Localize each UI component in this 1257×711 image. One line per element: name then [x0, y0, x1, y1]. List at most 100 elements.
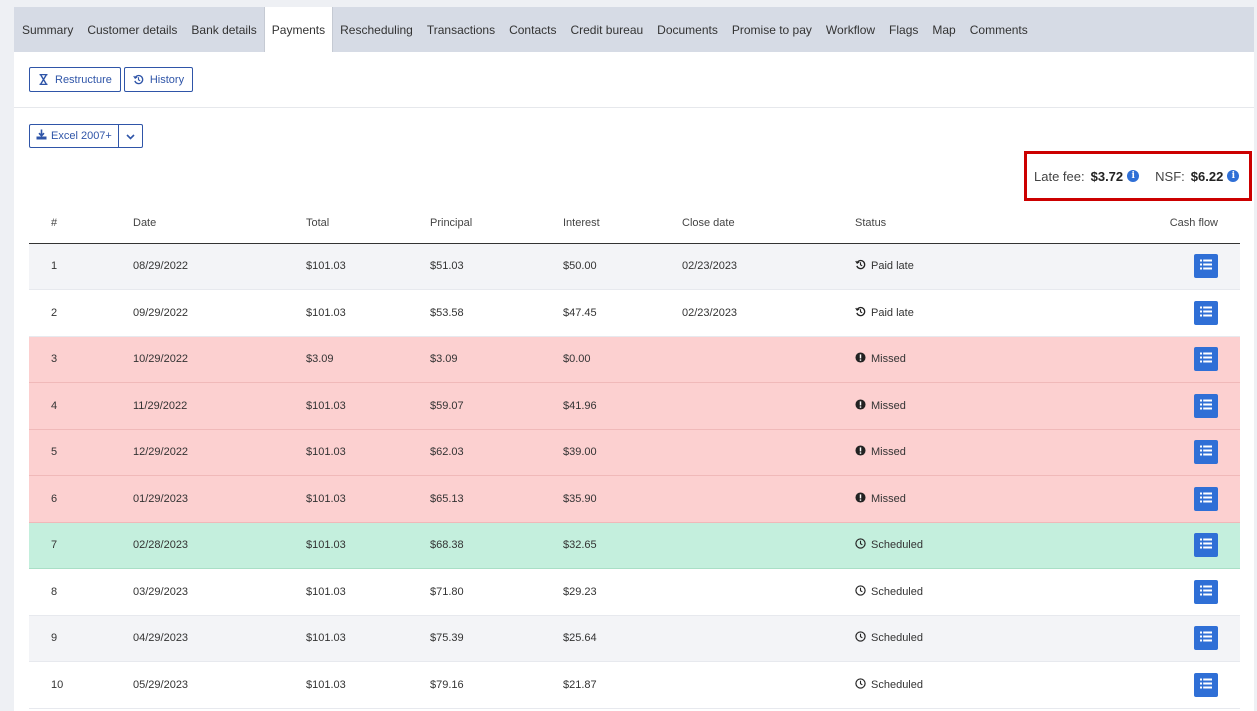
cell-total: $101.03 [306, 475, 430, 523]
cell-total: $101.03 [306, 615, 430, 662]
history-icon [855, 306, 866, 320]
cell-interest: $50.00 [563, 243, 682, 290]
cell-interest: $47.45 [563, 289, 682, 337]
export-excel-button[interactable]: Excel 2007+ [29, 124, 119, 148]
header-principal: Principal [430, 203, 563, 244]
tab-summary[interactable]: Summary [14, 7, 80, 52]
tab-flags[interactable]: Flags [882, 7, 925, 52]
clock-icon [855, 585, 866, 599]
cell-principal: $65.13 [430, 475, 563, 523]
cell-interest: $39.00 [563, 429, 682, 476]
cell-cash-flow [1115, 615, 1240, 662]
cell-num: 5 [29, 429, 133, 476]
tab-payments[interactable]: Payments [263, 7, 334, 52]
cell-num: 3 [29, 336, 133, 383]
cash-flow-button[interactable] [1194, 626, 1218, 651]
header-status: Status [855, 203, 1115, 244]
table-row: 1 08/29/2022 $101.03 $51.03 $50.00 02/23/2023… [29, 243, 1240, 290]
cash-flow-button[interactable] [1194, 347, 1218, 372]
list-icon [1200, 306, 1212, 320]
nsf-label: NSF: [1155, 168, 1185, 184]
tab-bank-details[interactable]: Bank details [184, 7, 263, 52]
cell-date: 01/29/2023 [133, 475, 306, 523]
fees-summary: Late fee: $3.72 i NSF: $6.22 i [1024, 151, 1252, 201]
tab-rescheduling[interactable]: Rescheduling [333, 7, 420, 52]
restructure-button[interactable]: Restructure [29, 67, 121, 92]
table-row: 7 02/28/2023 $101.03 $68.38 $32.65 Scheduled [29, 522, 1240, 569]
cash-flow-button[interactable] [1194, 579, 1218, 604]
header-cash-flow: Cash flow [1115, 203, 1240, 244]
history-icon [133, 74, 144, 85]
cell-total: $101.03 [306, 429, 430, 476]
list-icon [1200, 352, 1212, 366]
table-row: 5 12/29/2022 $101.03 $62.03 $39.00 Missed [29, 429, 1240, 476]
cell-interest: $0.00 [563, 336, 682, 383]
list-icon [1200, 538, 1212, 552]
cell-date: 02/28/2023 [133, 522, 306, 569]
header-num: # [29, 203, 133, 244]
cell-date: 03/29/2023 [133, 568, 306, 616]
cash-flow-button[interactable] [1194, 533, 1218, 558]
cash-flow-button[interactable] [1194, 300, 1218, 325]
cash-flow-button[interactable] [1194, 672, 1218, 697]
cell-principal: $51.03 [430, 243, 563, 290]
table-row: 3 10/29/2022 $3.09 $3.09 $0.00 Missed [29, 336, 1240, 383]
tab-promise-to-pay[interactable]: Promise to pay [725, 7, 819, 52]
header-total: Total [306, 203, 430, 244]
cell-num: 8 [29, 568, 133, 616]
cash-flow-button[interactable] [1194, 254, 1218, 279]
chevron-down-icon [126, 127, 135, 145]
cell-principal: $59.07 [430, 382, 563, 430]
info-icon[interactable]: i [1127, 170, 1140, 182]
tab-map[interactable]: Map [925, 7, 962, 52]
cell-close-date: 02/23/2023 [682, 243, 855, 290]
cell-cash-flow [1115, 429, 1240, 476]
export-group: Excel 2007+ [14, 108, 1254, 148]
history-button[interactable]: History [123, 67, 194, 92]
status-label: Missed [871, 353, 906, 366]
tab-documents[interactable]: Documents [650, 7, 725, 52]
header-close-date: Close date [682, 203, 855, 244]
list-icon [1200, 585, 1212, 599]
table-row: 4 11/29/2022 $101.03 $59.07 $41.96 Missed [29, 382, 1240, 430]
export-label: Excel 2007+ [51, 130, 112, 142]
list-icon [1200, 492, 1212, 506]
cell-close-date [682, 661, 855, 709]
cell-cash-flow [1115, 568, 1240, 616]
cell-cash-flow [1115, 382, 1240, 430]
cell-cash-flow [1115, 289, 1240, 337]
tab-workflow[interactable]: Workflow [819, 7, 882, 52]
status-label: Scheduled [871, 585, 923, 598]
cell-status: Paid late [855, 289, 1115, 337]
payments-panel: Summary Customer details Bank details Payme… [14, 7, 1254, 711]
tab-transactions[interactable]: Transactions [420, 7, 502, 52]
cell-principal: $3.09 [430, 336, 563, 383]
status-label: Missed [871, 446, 906, 459]
status-label: Missed [871, 492, 906, 505]
cell-cash-flow [1115, 522, 1240, 569]
tab-comments[interactable]: Comments [963, 7, 1035, 52]
export-dropdown-toggle[interactable] [118, 124, 143, 148]
cell-principal: $79.16 [430, 661, 563, 709]
cell-num: 7 [29, 522, 133, 569]
info-icon[interactable]: i [1227, 170, 1240, 182]
tab-customer-details[interactable]: Customer details [80, 7, 184, 52]
cell-close-date [682, 336, 855, 383]
hourglass-icon [38, 74, 49, 85]
cell-date: 05/29/2023 [133, 661, 306, 709]
table-row: 2 09/29/2022 $101.03 $53.58 $47.45 02/23/2023… [29, 289, 1240, 337]
tab-contacts[interactable]: Contacts [502, 7, 563, 52]
cash-flow-button[interactable] [1194, 393, 1218, 418]
cell-close-date [682, 429, 855, 476]
cell-date: 08/29/2022 [133, 243, 306, 290]
download-icon [36, 129, 47, 143]
cash-flow-button[interactable] [1194, 486, 1218, 511]
tab-credit-bureau[interactable]: Credit bureau [563, 7, 650, 52]
cell-total: $101.03 [306, 243, 430, 290]
cell-close-date [682, 522, 855, 569]
cash-flow-button[interactable] [1194, 440, 1218, 465]
header-interest: Interest [563, 203, 682, 244]
toolbar: Restructure History [14, 52, 1254, 108]
cell-cash-flow [1115, 661, 1240, 709]
cell-date: 09/29/2022 [133, 289, 306, 337]
